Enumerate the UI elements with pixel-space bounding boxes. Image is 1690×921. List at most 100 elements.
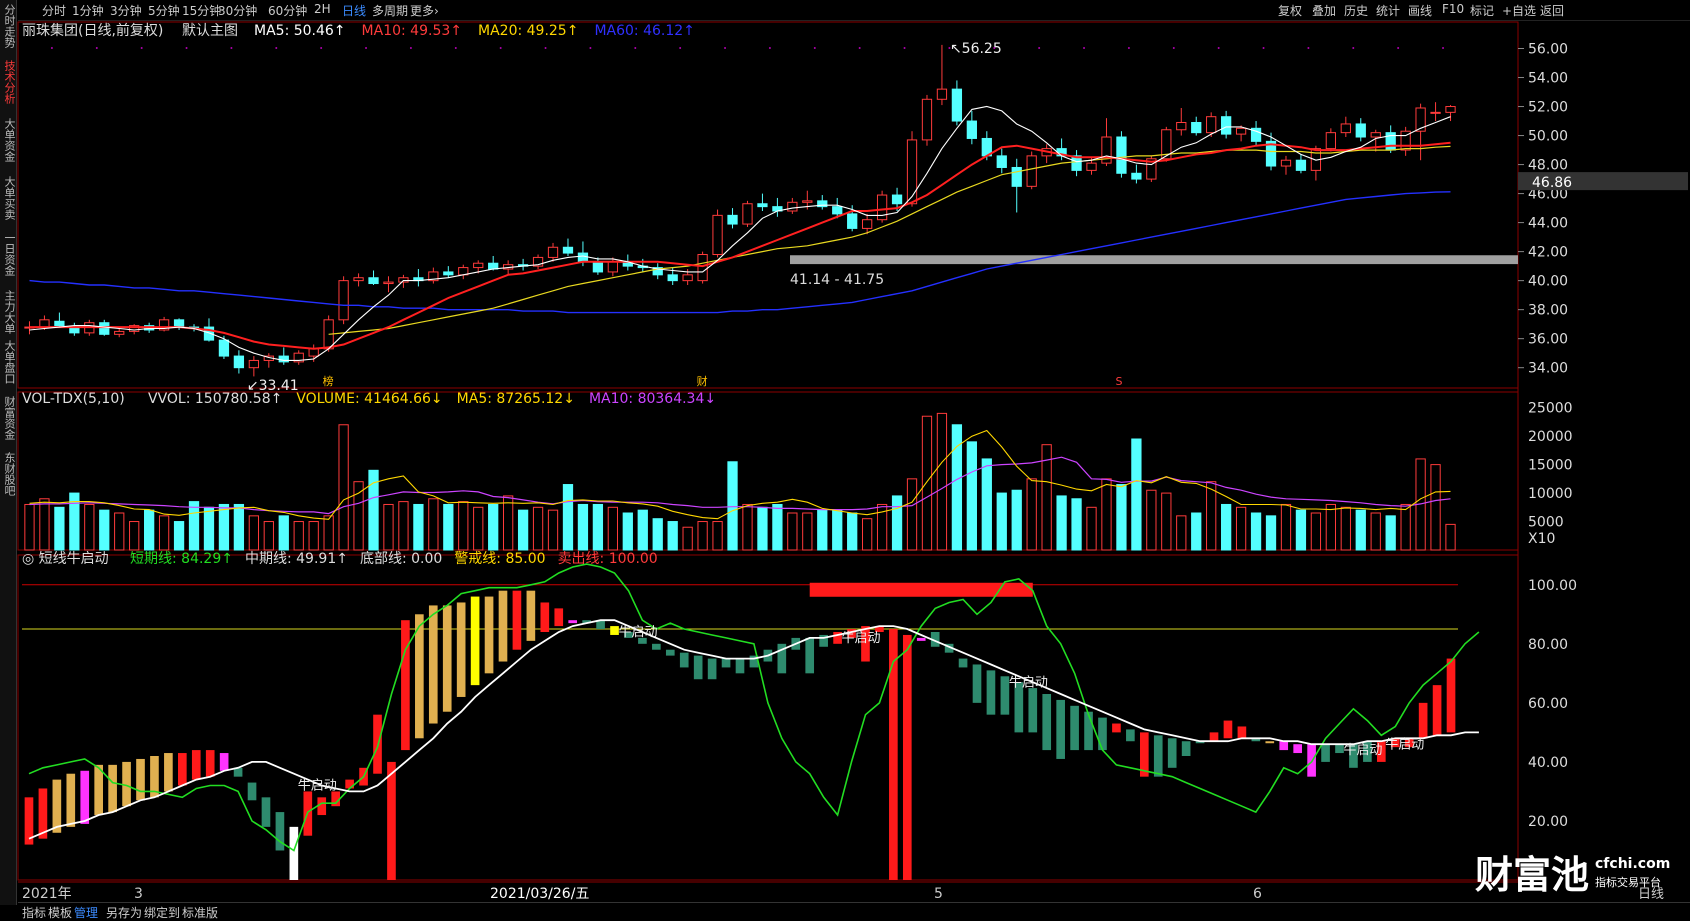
volume-bar <box>1011 489 1022 551</box>
indicator-bar <box>136 758 145 801</box>
candle-body <box>996 155 1007 168</box>
candle-body <box>1191 122 1202 134</box>
volume-bar <box>667 521 678 551</box>
indicator-bar <box>205 750 215 777</box>
bull-start-label-0: 牛启动 <box>298 779 337 794</box>
volume-bar <box>577 503 589 551</box>
volume-bar <box>1206 481 1217 551</box>
indicator-bar <box>1209 732 1219 742</box>
indicator-title: ◎ 短线牛启动 <box>22 551 109 567</box>
volume-tick-label-1: 10000 <box>1528 486 1573 502</box>
candle-body <box>847 213 858 229</box>
bottom-tab-1[interactable]: 模板 <box>48 904 72 921</box>
signal-dot <box>50 47 53 49</box>
indicator-bar <box>1265 741 1275 744</box>
candle-body <box>1355 123 1366 138</box>
indicator-bar <box>1153 735 1163 777</box>
candle-body <box>607 261 618 273</box>
indicator-tick-label-4: 100.00 <box>1528 578 1577 594</box>
indicator-bar <box>568 620 578 624</box>
indicator-bar <box>1056 699 1065 759</box>
volume-bar <box>398 501 409 551</box>
indicator-bar <box>902 634 912 880</box>
indicator-legend-3: 警戒线: 85.00 <box>454 551 545 567</box>
logo-tagline: 指标交易平台 <box>1595 875 1661 889</box>
indicator-bar <box>345 779 354 789</box>
signal-dot <box>813 47 816 49</box>
volume-bar <box>966 441 977 551</box>
price-tick-label-11: 56.00 <box>1528 42 1568 58</box>
ma5-line <box>29 105 1451 361</box>
candle-body <box>443 271 454 276</box>
indicator-bar <box>498 590 508 662</box>
candle-body <box>383 281 394 285</box>
price-tick-label-8: 50.00 <box>1528 129 1568 145</box>
indicator-bar <box>512 590 522 650</box>
indicator-bar <box>679 652 689 668</box>
bull-start-label-1: 牛启动 <box>618 625 657 640</box>
volume-bar <box>1445 523 1456 551</box>
signal-dot <box>993 47 996 49</box>
indicator-bar <box>122 761 131 807</box>
candle-body <box>1280 159 1292 167</box>
indicator-bar <box>289 826 299 880</box>
candle-body <box>1086 162 1097 171</box>
indicator-bar <box>805 637 815 674</box>
volume-bar <box>547 509 559 551</box>
candle-body <box>173 319 185 328</box>
indicator-bar <box>456 602 466 697</box>
volume-bar <box>158 515 170 551</box>
indicator-bar <box>428 605 438 724</box>
bull-start-label-5: 牛启动 <box>1385 737 1424 752</box>
bull-start-label-4: 牛启动 <box>1343 743 1382 758</box>
volume-legend-2: MA5: 87265.12↓ <box>457 391 575 407</box>
volume-bar <box>637 509 648 551</box>
price-tick-label-3: 40.00 <box>1528 274 1568 290</box>
bottom-tab-5[interactable]: 标准版 <box>182 904 218 921</box>
volume-bar <box>1116 484 1127 551</box>
indicator-bar <box>1223 720 1233 739</box>
volume-bar <box>144 509 155 551</box>
logo-site: cfchi.com <box>1595 856 1670 872</box>
bottom-tab-2[interactable]: 管理 <box>74 904 98 921</box>
candle-body <box>1176 122 1187 131</box>
volume-bar <box>1026 478 1037 551</box>
candle-body <box>562 246 574 254</box>
signal-dot <box>948 47 951 49</box>
volume-bar <box>353 481 364 551</box>
signal-dot <box>634 47 637 49</box>
panel-frame-0 <box>17 21 1519 389</box>
candle-body <box>921 98 933 141</box>
indicator-bar <box>401 620 410 751</box>
volume-bar <box>1370 512 1381 551</box>
bottom-tab-0[interactable]: 指标 <box>22 904 46 921</box>
volume-bar <box>413 503 424 551</box>
volume-bar <box>129 521 140 551</box>
volume-bar <box>936 412 948 551</box>
signal-dot <box>544 47 547 49</box>
chart-canvas[interactable]: 丽珠集团(日线,前复权) 默认主图 MA5: 50.46↑ MA10: 49.53↑ M… <box>0 0 1690 920</box>
signal-dot <box>1352 47 1355 49</box>
signal-dot <box>1217 47 1220 49</box>
bottom-tab-4[interactable]: 绑定到 <box>144 904 180 921</box>
signal-dot <box>140 47 143 49</box>
event-marker-2: S <box>1115 375 1122 388</box>
bottom-tab-3[interactable]: 另存为 <box>106 904 142 921</box>
volume-bar <box>54 506 65 551</box>
indicator-bar <box>972 664 982 703</box>
signal-dot <box>454 47 457 49</box>
indicator-legend-0: 短期线: 84.29↑ <box>130 551 233 567</box>
mid-term-line <box>28 619 1479 840</box>
x-axis-label-0: 2021年 <box>22 886 72 902</box>
signal-dot <box>1083 47 1086 49</box>
volume-bar <box>921 415 933 551</box>
indicator-bar <box>721 658 731 668</box>
candle-body <box>742 203 753 225</box>
candle-body <box>697 254 708 282</box>
volume-bar <box>39 498 50 551</box>
indicator-bar <box>665 649 675 656</box>
indicator-bar <box>1098 717 1107 751</box>
signal-dot <box>1262 47 1265 49</box>
volume-bar <box>1161 492 1172 551</box>
candle-body <box>1445 106 1456 113</box>
